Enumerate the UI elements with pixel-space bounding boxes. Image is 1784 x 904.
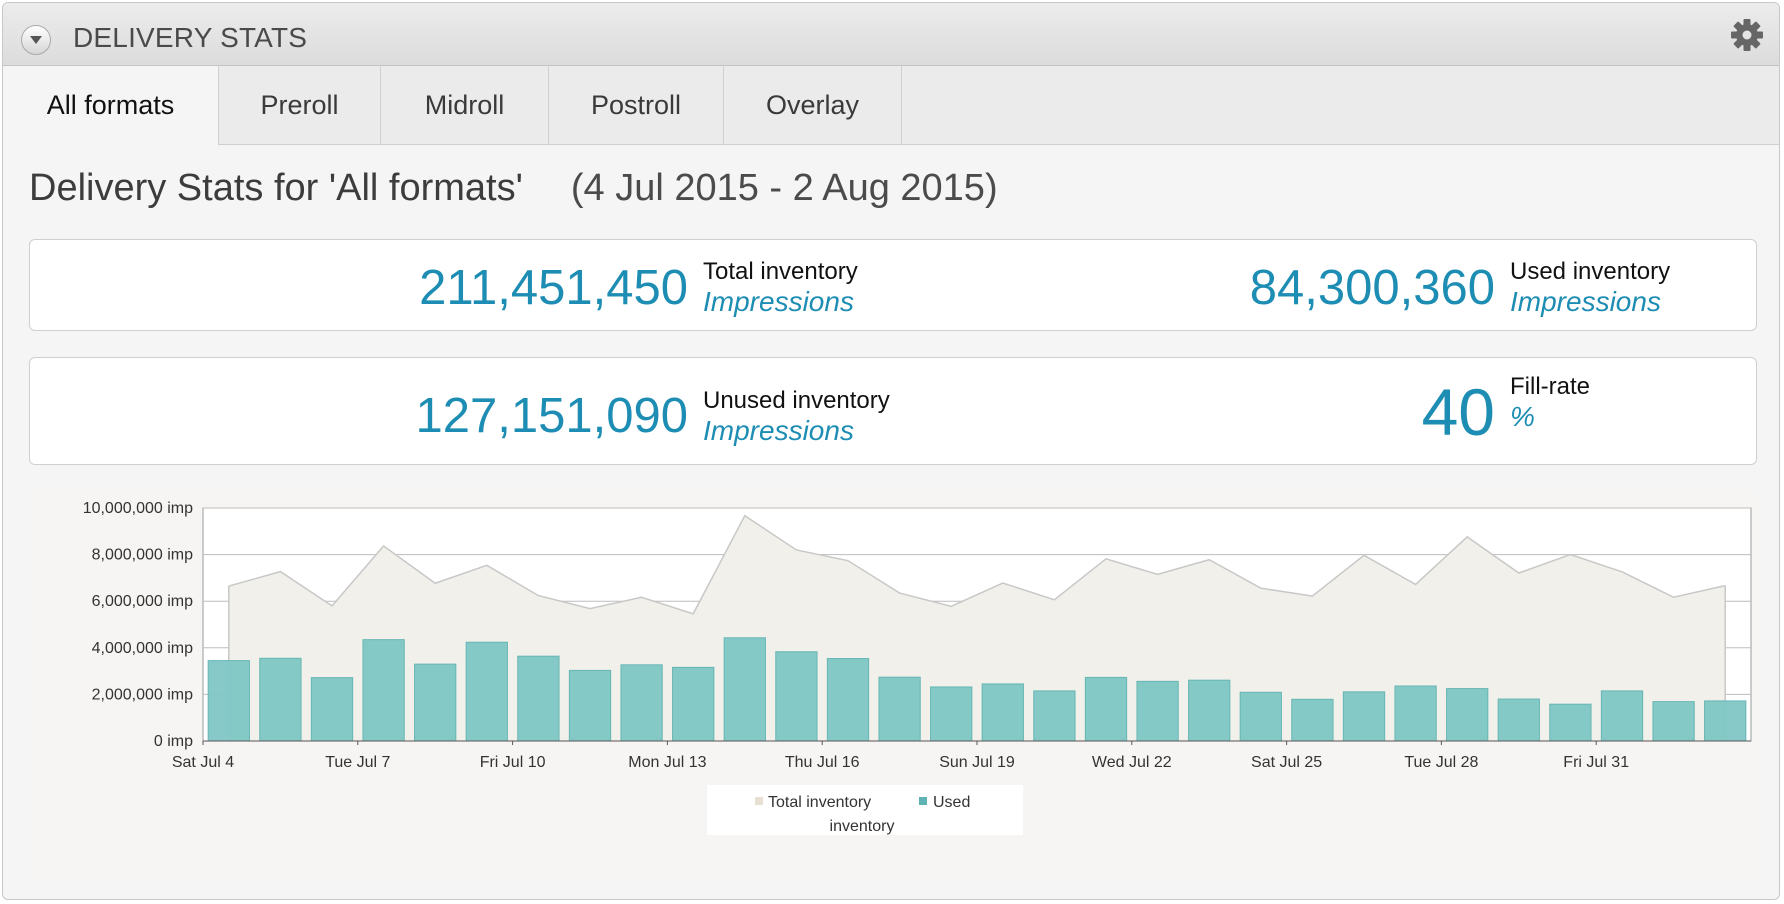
used-inventory-bar — [1497, 698, 1540, 742]
x-tick-label: Sat Jul 4 — [172, 754, 234, 771]
legend-item-used-wrap: inventory — [830, 818, 895, 835]
total-inventory-unit: Impressions — [703, 286, 854, 317]
page-title: Delivery Stats for 'All formats' (4 Jul 2… — [29, 167, 998, 210]
delivery-stats-panel: DELIVERY STATS All formats Preroll Midro… — [2, 2, 1780, 900]
used-inventory-bar — [1394, 685, 1437, 742]
total-inventory-label: Total inventory Impressions — [703, 257, 858, 317]
used-inventory-value: 84,300,360 — [1249, 261, 1495, 315]
heading-title: Delivery Stats for 'All formats' — [29, 167, 523, 209]
y-tick-label: 0 imp — [154, 733, 193, 750]
legend-item-total: Total inventory — [768, 794, 871, 811]
x-tick-label: Mon Jul 13 — [628, 754, 706, 771]
delivery-chart-svg: 0 imp 2,000,000 imp 4,000,000 imp 6,000,000… — [83, 500, 1752, 835]
inventory-summary-card: 211,451,450 Total inventory Impressions … — [29, 239, 1757, 331]
gear-icon[interactable] — [1729, 17, 1765, 53]
used-inventory-bar — [1342, 691, 1386, 742]
used-inventory-bar — [207, 660, 250, 742]
fill-rate-label: Fill-rate % — [1510, 372, 1590, 432]
legend-item-used: Used — [933, 794, 970, 811]
used-inventory-bar — [1652, 701, 1695, 742]
total-inventory-title: Total inventory — [703, 258, 858, 285]
used-inventory-bar — [1239, 691, 1282, 742]
legend-swatch-total — [755, 797, 763, 805]
used-inventory-bar — [1188, 679, 1231, 742]
unused-inventory-unit: Impressions — [703, 415, 854, 446]
used-inventory-bar — [878, 676, 921, 742]
used-inventory-bar — [1704, 700, 1747, 742]
used-inventory-bar — [1600, 690, 1644, 742]
date-range: (4 Jul 2015 - 2 Aug 2015) — [570, 167, 998, 209]
used-inventory-bar — [620, 664, 663, 742]
y-tick-label: 8,000,000 imp — [92, 547, 194, 564]
used-inventory-unit: Impressions — [1510, 286, 1661, 317]
panel-title: DELIVERY STATS — [73, 22, 308, 53]
panel-header: DELIVERY STATS — [3, 3, 1779, 66]
x-tick-label: Fri Jul 10 — [480, 754, 546, 771]
unused-inventory-value: 127,151,090 — [415, 389, 689, 443]
tab-overlay[interactable]: Overlay — [724, 66, 902, 144]
y-tick-label: 2,000,000 imp — [92, 686, 194, 703]
used-inventory-bar — [1549, 703, 1592, 742]
chevron-down-icon[interactable] — [21, 25, 51, 55]
used-inventory-bar — [930, 686, 973, 742]
used-inventory-bar — [465, 641, 508, 742]
fill-rate-unit: % — [1510, 401, 1535, 432]
delivery-chart: 0 imp 2,000,000 imp 4,000,000 imp 6,000,000… — [29, 491, 1757, 883]
x-tick-label: Thu Jul 16 — [785, 754, 860, 771]
unused-inventory-label: Unused inventory Impressions — [703, 386, 890, 446]
tab-all-formats[interactable]: All formats — [3, 66, 219, 145]
y-tick-label: 4,000,000 imp — [92, 640, 194, 657]
used-inventory-bar — [672, 666, 715, 742]
x-tick-label: Wed Jul 22 — [1092, 754, 1172, 771]
used-inventory-bar — [775, 651, 818, 742]
used-inventory-bar — [517, 655, 560, 742]
tab-preroll[interactable]: Preroll — [219, 66, 381, 144]
x-tick-label: Tue Jul 7 — [325, 754, 390, 771]
used-inventory-bar — [1446, 688, 1489, 742]
tab-postroll[interactable]: Postroll — [549, 66, 724, 144]
y-tick-label: 10,000,000 imp — [83, 500, 193, 517]
used-inventory-label: Used inventory Impressions — [1510, 257, 1670, 317]
y-tick-label: 6,000,000 imp — [92, 593, 194, 610]
used-inventory-bar — [981, 683, 1024, 742]
x-tick-label: Fri Jul 31 — [1563, 754, 1629, 771]
total-inventory-value: 211,451,450 — [419, 261, 688, 315]
used-inventory-bar — [259, 657, 302, 742]
used-inventory-bar — [1084, 676, 1128, 742]
used-inventory-bar — [414, 663, 457, 742]
tab-midroll[interactable]: Midroll — [381, 66, 549, 144]
x-tick-label: Sat Jul 25 — [1251, 754, 1322, 771]
used-inventory-bar — [310, 677, 354, 742]
unused-inventory-title: Unused inventory — [703, 387, 890, 414]
format-tabs: All formats Preroll Midroll Postroll Ove… — [3, 66, 1779, 145]
used-inventory-bar — [568, 669, 612, 742]
fill-rate-value: 40 — [1421, 375, 1495, 449]
used-inventory-bar — [362, 639, 405, 742]
used-inventory-bar — [723, 637, 766, 742]
used-inventory-bar — [1033, 690, 1076, 742]
x-tick-label: Tue Jul 28 — [1404, 754, 1478, 771]
x-tick-label: Sun Jul 19 — [939, 754, 1015, 771]
legend-swatch-used — [919, 797, 927, 805]
used-inventory-bar — [1291, 698, 1334, 742]
fill-rate-title: Fill-rate — [1510, 373, 1591, 400]
used-inventory-bar — [1136, 680, 1179, 742]
inventory-fill-card: 127,151,090 Unused inventory Impressions… — [29, 357, 1757, 465]
used-inventory-bar — [826, 658, 870, 742]
used-inventory-title: Used inventory — [1510, 258, 1671, 285]
